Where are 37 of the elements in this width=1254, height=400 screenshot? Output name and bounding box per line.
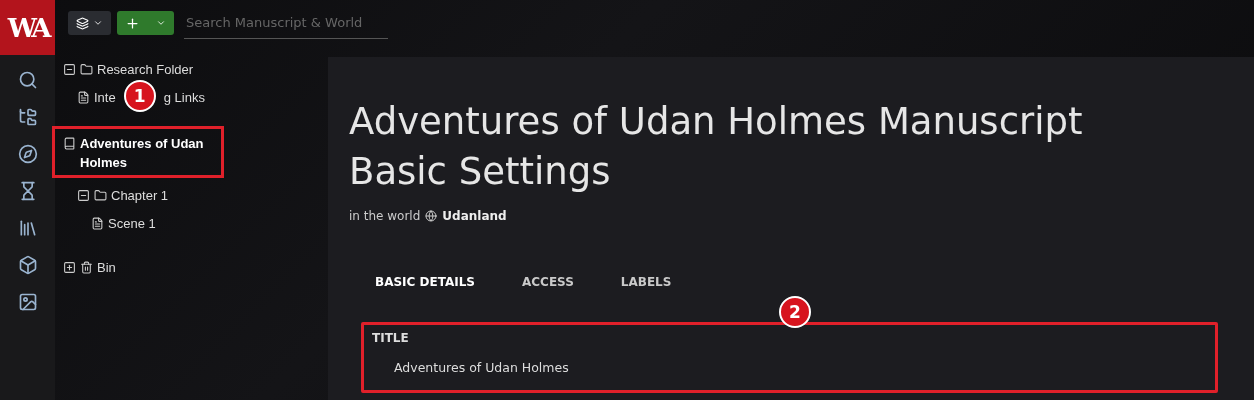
collapse-icon[interactable] xyxy=(63,63,76,76)
trash-icon xyxy=(80,261,93,274)
caret-icon xyxy=(93,18,103,28)
globe-icon xyxy=(425,210,438,222)
world-caption: in the world xyxy=(349,209,421,223)
folder-icon xyxy=(80,63,93,76)
book-icon xyxy=(63,137,76,150)
page-title: Adventures of Udan Holmes Manuscript Basic Settings xyxy=(349,99,1084,195)
world-link[interactable]: Udanland xyxy=(442,209,507,223)
box-icon[interactable] xyxy=(17,255,38,275)
document-icon xyxy=(77,91,90,104)
caret-icon xyxy=(156,18,166,28)
tree-item[interactable]: Scene 1 xyxy=(108,214,156,233)
tab[interactable]: BASIC DETAILS xyxy=(375,275,475,291)
search-field[interactable]: Search Manuscript & World xyxy=(184,7,388,39)
tree-icon[interactable] xyxy=(17,107,38,127)
tab[interactable]: ACCESS xyxy=(522,275,574,291)
compass-icon[interactable] xyxy=(17,144,38,164)
folder-icon xyxy=(94,189,107,202)
search-icon[interactable] xyxy=(17,70,38,90)
tree-item[interactable]: Inte xyxy=(94,88,116,107)
layers-icon xyxy=(76,16,89,30)
document-icon xyxy=(91,217,104,230)
number-badge: 1 xyxy=(123,80,156,112)
tree-item[interactable]: Chapter 1 xyxy=(111,186,169,205)
field-label: TITLE xyxy=(372,331,410,345)
image-icon[interactable] xyxy=(17,292,38,312)
collapse-icon[interactable] xyxy=(77,189,90,202)
tree-item[interactable]: Research Folder xyxy=(97,60,194,79)
plus-icon xyxy=(125,15,140,31)
expand-icon[interactable] xyxy=(63,261,76,274)
tab[interactable]: LABELS xyxy=(620,275,672,291)
logo[interactable]: WA xyxy=(0,0,55,55)
title-field[interactable]: Adventures of Udan Holmes xyxy=(392,359,796,376)
layers-button[interactable] xyxy=(68,11,111,35)
tree-item[interactable]: Bin xyxy=(97,258,116,277)
tree-item-text: g Links xyxy=(163,89,205,107)
